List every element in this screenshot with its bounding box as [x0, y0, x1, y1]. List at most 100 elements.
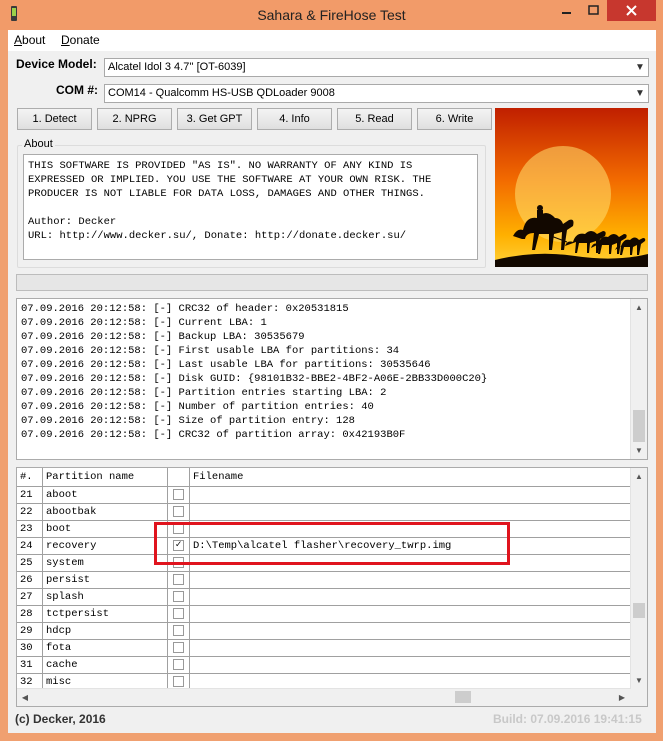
- get-gpt-button[interactable]: 3. Get GPT: [177, 108, 252, 130]
- table-row[interactable]: 29 hdcp: [17, 623, 631, 640]
- table-hscroll-thumb[interactable]: [455, 691, 471, 703]
- filename-cell[interactable]: [190, 606, 631, 623]
- title-bar[interactable]: Sahara & FireHose Test: [0, 0, 663, 30]
- maximize-button[interactable]: [580, 0, 607, 21]
- info-button[interactable]: 4. Info: [257, 108, 332, 130]
- partition-checkbox[interactable]: [173, 591, 184, 602]
- com-port-select[interactable]: COM14 - Qualcomm HS-USB QDLoader 9008 ▼: [104, 84, 649, 103]
- close-icon: [626, 5, 637, 16]
- header-number: #.: [17, 468, 43, 486]
- menu-donate[interactable]: Donate: [61, 33, 100, 47]
- row-number: 26: [17, 572, 43, 589]
- partition-name: cache: [43, 657, 168, 674]
- partition-name: aboot: [43, 487, 168, 504]
- checkbox-cell: [168, 487, 190, 504]
- log-line: 07.09.2016 20:12:58: [-] Disk GUID: {981…: [21, 373, 488, 385]
- filename-cell[interactable]: [190, 623, 631, 640]
- device-model-select[interactable]: Alcatel Idol 3 4.7'' [OT-6039] ▼: [104, 58, 649, 77]
- row-number: 23: [17, 521, 43, 538]
- scroll-down-icon[interactable]: ▼: [631, 672, 647, 689]
- sunset-camels-image: [495, 108, 648, 267]
- about-group-title: About: [22, 138, 55, 150]
- filename-cell[interactable]: [190, 657, 631, 674]
- row-number: 21: [17, 487, 43, 504]
- detect-button[interactable]: 1. Detect: [17, 108, 92, 130]
- partition-name: persist: [43, 572, 168, 589]
- scroll-up-icon[interactable]: ▲: [631, 299, 647, 316]
- row-number: 28: [17, 606, 43, 623]
- log-line: 07.09.2016 20:12:58: [-] First usable LB…: [21, 345, 400, 357]
- scroll-left-icon[interactable]: ◀: [17, 689, 33, 706]
- com-port-label: COM #:: [56, 83, 98, 97]
- scroll-right-icon[interactable]: ▶: [614, 689, 630, 706]
- build-text: Build: 07.09.2016 19:41:15: [493, 712, 642, 726]
- partition-checkbox[interactable]: [173, 574, 184, 585]
- partition-checkbox[interactable]: [173, 489, 184, 500]
- close-button[interactable]: [607, 0, 656, 21]
- menu-bar: About Donate: [8, 30, 656, 51]
- checkbox-cell: [168, 623, 190, 640]
- menu-about[interactable]: About: [14, 33, 45, 47]
- partition-checkbox[interactable]: [173, 642, 184, 653]
- table-vertical-scrollbar[interactable]: ▲ ▼: [630, 468, 647, 689]
- client-area: About Donate Device Model: Alcatel Idol …: [8, 30, 656, 733]
- log-line: 07.09.2016 20:12:58: [-] Current LBA: 1: [21, 317, 267, 329]
- row-number: 29: [17, 623, 43, 640]
- minimize-button[interactable]: [553, 0, 580, 21]
- filename-cell[interactable]: [190, 640, 631, 657]
- log-scroll-thumb[interactable]: [633, 410, 645, 442]
- partition-name: splash: [43, 589, 168, 606]
- scroll-corner: [630, 689, 647, 706]
- maximize-icon: [588, 5, 599, 15]
- log-lines: 07.09.2016 20:12:58: [-] CRC32 of header…: [21, 302, 487, 442]
- checkbox-cell: [168, 589, 190, 606]
- log-line: 07.09.2016 20:12:58: [-] Backup LBA: 305…: [21, 331, 305, 343]
- table-row[interactable]: 28 tctpersist: [17, 606, 631, 623]
- write-button[interactable]: 6. Write: [417, 108, 492, 130]
- partition-checkbox[interactable]: [173, 506, 184, 517]
- log-line: 07.09.2016 20:12:58: [-] Partition entri…: [21, 387, 387, 399]
- table-row[interactable]: 22 abootbak: [17, 504, 631, 521]
- table-row[interactable]: 30 fota: [17, 640, 631, 657]
- log-line: 07.09.2016 20:12:58: [-] CRC32 of header…: [21, 303, 349, 315]
- checkbox-cell: [168, 657, 190, 674]
- row-number: 31: [17, 657, 43, 674]
- filename-cell[interactable]: [190, 572, 631, 589]
- partition-name: tctpersist: [43, 606, 168, 623]
- table-row[interactable]: 27 splash: [17, 589, 631, 606]
- filename-cell[interactable]: [190, 589, 631, 606]
- minimize-icon: [562, 12, 571, 14]
- table-horizontal-scrollbar[interactable]: ◀ ▶: [17, 688, 631, 706]
- read-button[interactable]: 5. Read: [337, 108, 412, 130]
- table-row[interactable]: 31 cache: [17, 657, 631, 674]
- partition-name: abootbak: [43, 504, 168, 521]
- nprg-button[interactable]: 2. NPRG: [97, 108, 172, 130]
- log-line: 07.09.2016 20:12:58: [-] Number of parti…: [21, 401, 374, 413]
- log-line: 07.09.2016 20:12:58: [-] Last usable LBA…: [21, 359, 431, 371]
- log-output[interactable]: 07.09.2016 20:12:58: [-] CRC32 of header…: [16, 298, 648, 460]
- partition-checkbox[interactable]: [173, 676, 184, 687]
- chevron-down-icon[interactable]: ▼: [632, 85, 648, 102]
- chevron-down-icon[interactable]: ▼: [632, 59, 648, 76]
- partition-name: hdcp: [43, 623, 168, 640]
- application-window: Sahara & FireHose Test About Donate Devi…: [0, 0, 663, 741]
- partition-checkbox[interactable]: [173, 625, 184, 636]
- row-number: 22: [17, 504, 43, 521]
- checkbox-cell: [168, 504, 190, 521]
- checkbox-cell: [168, 572, 190, 589]
- table-scroll-thumb[interactable]: [633, 603, 645, 618]
- header-checkbox: [168, 468, 190, 486]
- table-row[interactable]: 21 aboot: [17, 487, 631, 504]
- scroll-down-icon[interactable]: ▼: [631, 442, 647, 459]
- scroll-up-icon[interactable]: ▲: [631, 468, 647, 485]
- about-textbox[interactable]: THIS SOFTWARE IS PROVIDED "AS IS". NO WA…: [23, 154, 478, 260]
- log-vertical-scrollbar[interactable]: ▲ ▼: [630, 299, 647, 459]
- partition-checkbox[interactable]: [173, 659, 184, 670]
- partition-name: system: [43, 555, 168, 572]
- filename-cell[interactable]: [190, 504, 631, 521]
- partition-checkbox[interactable]: [173, 608, 184, 619]
- table-row[interactable]: 26 persist: [17, 572, 631, 589]
- com-port-value: COM14 - Qualcomm HS-USB QDLoader 9008: [108, 87, 335, 99]
- device-model-label: Device Model:: [16, 57, 97, 71]
- filename-cell[interactable]: [190, 487, 631, 504]
